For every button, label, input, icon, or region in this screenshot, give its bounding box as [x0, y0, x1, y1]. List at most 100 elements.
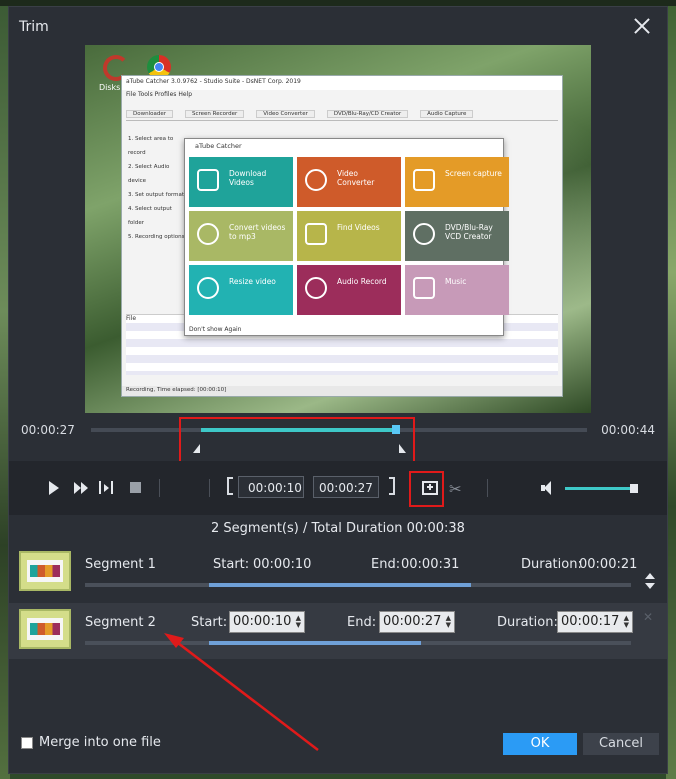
segment-end-value: 00:00:31: [401, 557, 460, 572]
segment-summary: 2 Segment(s) / Total Duration 00:00:38: [211, 521, 465, 536]
microphone-icon: [305, 277, 327, 299]
tile-convert-mp3: Convert videos to mp3: [189, 211, 293, 261]
embedded-step: 2. Select Audio device: [128, 164, 170, 184]
embedded-tab: Screen Recorder: [184, 110, 245, 118]
tile-download-videos: Download Videos: [189, 157, 293, 207]
dialog-title: Trim: [19, 19, 49, 35]
tile-label: Find Videos: [337, 223, 380, 232]
trim-end-handle[interactable]: [399, 444, 406, 453]
tile-video-converter: Video Converter: [297, 157, 401, 207]
tile-label: Convert videos to mp3: [229, 223, 286, 241]
title-bar: Trim: [9, 7, 667, 45]
converter-icon: [305, 169, 327, 191]
segment-range-fill: [209, 641, 421, 645]
segment-end-text: 00:00:27: [383, 614, 442, 629]
segment-range-bar: [85, 583, 631, 587]
end-time-field[interactable]: 00:00:27: [313, 476, 379, 498]
spinner-icon[interactable]: ▲ ▼: [624, 615, 629, 629]
popup-footer: Don't show Again: [189, 326, 242, 333]
timeline-start-time: 00:00:27: [21, 423, 75, 437]
fast-forward-icon[interactable]: [71, 478, 91, 498]
segment-name: Segment 1: [85, 557, 156, 572]
embedded-steps: 1. Select area to record 2. Select Audio…: [128, 132, 188, 244]
embedded-status: Recording, Time elapsed: [00:00:10]: [122, 386, 562, 396]
cancel-button[interactable]: Cancel: [583, 733, 659, 755]
segment-duration-value: 00:00:21: [579, 557, 638, 572]
reorder-arrows-icon[interactable]: [645, 573, 655, 593]
music-note-icon: [413, 277, 435, 299]
embedded-app-menu: File Tools Profiles Help: [126, 91, 193, 98]
spinner-icon[interactable]: ▲ ▼: [296, 615, 301, 629]
embedded-tab: DVD/Blu-Ray/CD Creator: [326, 110, 409, 118]
resize-icon: [197, 277, 219, 299]
tile-label: Video Converter: [337, 169, 375, 187]
embedded-step: 5. Recording options: [128, 234, 185, 240]
scissors-icon[interactable]: ✂: [449, 479, 469, 499]
tile-label: Screen capture: [445, 169, 502, 178]
timeline-end-time: 00:00:44: [601, 423, 655, 437]
segment-name: Segment 2: [85, 615, 156, 630]
embedded-app-tabs: Downloader Screen Recorder Video Converter…: [126, 110, 558, 121]
timeline-selection: [201, 428, 397, 432]
popup-title: aTube Catcher: [195, 142, 242, 150]
video-preview[interactable]: Disks aTube Catcher 3.0.9762 - Studio Su…: [85, 45, 591, 413]
embedded-app-title: aTube Catcher 3.0.9762 - Studio Suite - …: [122, 76, 562, 90]
set-end-icon[interactable]: [389, 477, 395, 495]
play-box-icon: [305, 223, 327, 245]
segment-end-input[interactable]: 00:00:27 ▲ ▼: [379, 611, 455, 633]
embedded-app-window: aTube Catcher 3.0.9762 - Studio Suite - …: [121, 75, 563, 397]
segment-thumbnail: [19, 609, 71, 649]
start-label: Start:: [213, 557, 250, 572]
close-icon[interactable]: [631, 15, 653, 37]
segment-range-fill: [209, 583, 471, 587]
trim-start-handle[interactable]: [193, 444, 200, 453]
download-icon: [197, 169, 219, 191]
volume-icon[interactable]: [541, 480, 557, 496]
volume-knob[interactable]: [630, 484, 638, 493]
merge-checkbox[interactable]: [21, 737, 33, 749]
play-icon[interactable]: [45, 478, 65, 498]
divider: [159, 479, 160, 497]
highlight-box-timeline: [179, 417, 415, 463]
launcher-tiles: Download Videos Video Converter Screen c…: [189, 157, 509, 315]
start-time-field[interactable]: 00:00:10: [238, 476, 304, 498]
dvd-icon: [413, 223, 435, 245]
duration-label: Duration:: [521, 557, 582, 572]
embedded-launcher-popup: aTube Catcher Download Videos Video Conv…: [184, 138, 509, 336]
divider: [487, 479, 488, 497]
set-start-icon[interactable]: [227, 477, 233, 495]
film-icon: [413, 169, 435, 191]
merge-label: Merge into one file: [39, 735, 161, 750]
volume-slider[interactable]: [565, 487, 633, 490]
end-label: End:: [347, 615, 377, 630]
control-bar: 00:00:10 00:00:27 ✂: [9, 461, 667, 515]
segment-row-2[interactable]: Segment 2 Start: 00:00:10 ▲ ▼ End: 00:00:2…: [9, 603, 667, 659]
embedded-step: 1. Select area to record: [128, 136, 174, 156]
spinner-icon[interactable]: ▲ ▼: [446, 615, 451, 629]
tile-audio-record: Audio Record: [297, 265, 401, 315]
end-label: End:: [371, 557, 401, 572]
next-frame-icon[interactable]: [97, 478, 117, 498]
segment-row-1[interactable]: Segment 1 Start: 00:00:10 End: 00:00:31 …: [9, 545, 667, 601]
tile-label: Music: [445, 277, 467, 286]
stop-icon[interactable]: [127, 478, 147, 498]
segment-duration-text: 00:00:17: [561, 614, 620, 629]
desktop-icon-label: Disks: [99, 83, 121, 92]
add-segment-icon[interactable]: [422, 481, 438, 495]
tile-label: Download Videos: [229, 169, 267, 187]
duration-label: Duration:: [497, 615, 558, 630]
segment-thumbnail: [19, 551, 71, 591]
segment-duration-input[interactable]: 00:00:17 ▲ ▼: [557, 611, 633, 633]
segment-start-text: 00:00:10: [233, 614, 292, 629]
embedded-tab: Video Converter: [256, 110, 315, 118]
embedded-step: 3. Set output format: [128, 192, 185, 198]
tile-label: Audio Record: [337, 277, 387, 286]
playhead[interactable]: [392, 425, 400, 434]
segment-start-input[interactable]: 00:00:10 ▲ ▼: [229, 611, 305, 633]
embedded-grid-header: File: [126, 315, 137, 322]
segment-range-bar: [85, 641, 631, 645]
delete-segment-icon[interactable]: ✕: [643, 611, 655, 623]
ok-button[interactable]: OK: [503, 733, 577, 755]
embedded-tab: Audio Capture: [420, 110, 474, 118]
tile-dvd-creator: DVD/Blu-Ray VCD Creator: [405, 211, 509, 261]
